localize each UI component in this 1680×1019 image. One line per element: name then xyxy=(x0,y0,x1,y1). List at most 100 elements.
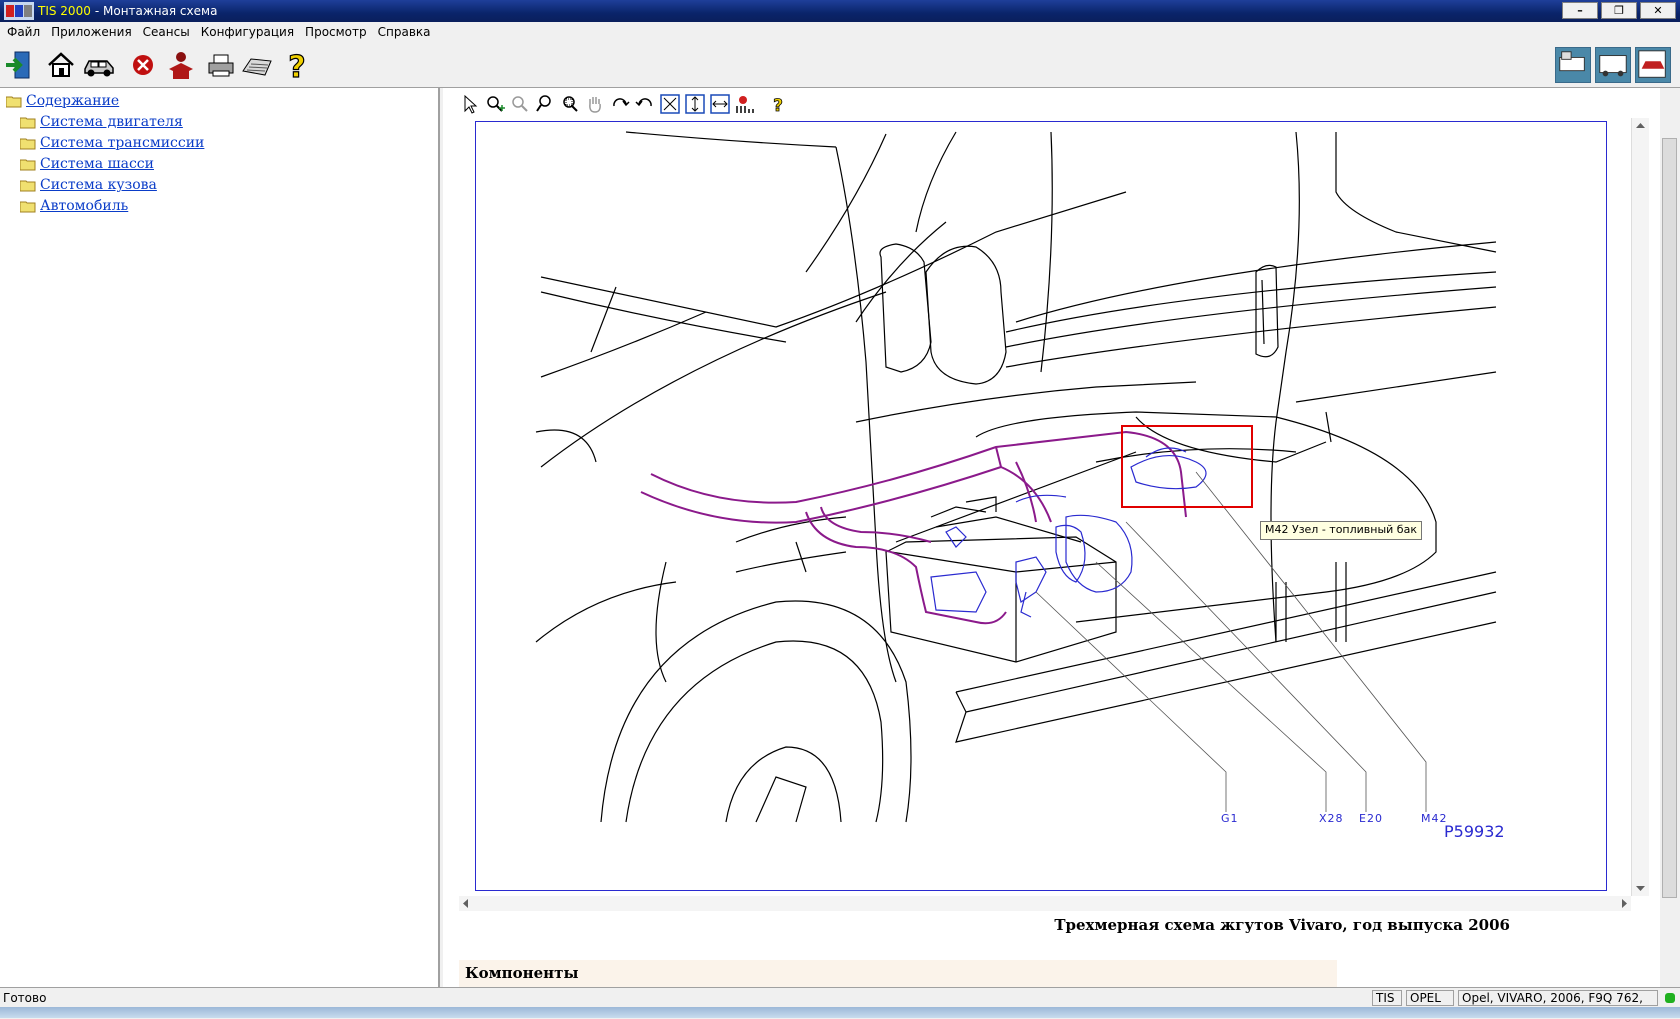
folder-icon xyxy=(20,180,36,191)
tree-root-label[interactable]: Содержание xyxy=(26,93,119,109)
folder-icon xyxy=(20,201,36,212)
tree-item-body[interactable]: Система кузова xyxy=(20,177,157,193)
callout-g1[interactable]: G1 xyxy=(1221,812,1239,825)
component-tooltip: M42 Узел - топливный бак xyxy=(1260,521,1422,540)
printer-icon xyxy=(208,54,234,77)
scroll-thumb[interactable] xyxy=(1662,138,1677,898)
document-pane: ? M42 Узел - топливный бак G1 X28 E20 M4… xyxy=(443,88,1660,987)
zoom-out-icon xyxy=(512,96,528,112)
home-icon xyxy=(48,52,74,77)
page-vertical-scrollbar[interactable] xyxy=(1660,88,1680,987)
vehicle-info-button[interactable] xyxy=(1635,47,1671,83)
hand-icon xyxy=(589,97,601,113)
window-title: - Монтажная схема xyxy=(94,4,218,18)
zoom-button[interactable] xyxy=(534,93,556,115)
tree-item-chassis[interactable]: Система шасси xyxy=(20,156,154,172)
vehicle-icon xyxy=(84,60,114,77)
zoom-out-button[interactable] xyxy=(509,93,531,115)
home-button[interactable] xyxy=(44,48,78,82)
menu-help[interactable]: Справка xyxy=(378,25,431,39)
magnifier-icon xyxy=(536,95,551,112)
help-icon: ? xyxy=(288,49,307,81)
folder-icon xyxy=(20,138,36,149)
highlight-button[interactable] xyxy=(734,93,756,115)
menu-view[interactable]: Просмотр xyxy=(305,25,367,39)
help-icon: ? xyxy=(773,96,784,114)
vehicle-harness-drawing xyxy=(535,131,1497,823)
zoom-in-button[interactable] xyxy=(484,93,506,115)
callout-x28[interactable]: X28 xyxy=(1319,812,1344,825)
status-make: OPEL xyxy=(1406,990,1454,1006)
tree-item-vehicle[interactable]: Автомобиль xyxy=(20,198,128,214)
status-vehicle: Opel, VIVARO, 2006, F9Q 762, 6-MT xyxy=(1458,990,1658,1019)
scroll-up-icon xyxy=(1636,123,1645,128)
fit-width-button[interactable] xyxy=(709,93,731,115)
callout-e20[interactable]: E20 xyxy=(1359,812,1383,825)
folder-open-icon xyxy=(6,96,22,107)
tree-item-label[interactable]: Система кузова xyxy=(40,177,157,193)
fit-all-button[interactable] xyxy=(659,93,681,115)
scroll-left-icon xyxy=(463,899,468,908)
pointer-icon xyxy=(464,94,478,114)
pan-button[interactable] xyxy=(584,93,606,115)
vehicle-list-button[interactable] xyxy=(1595,47,1631,83)
tree-item-transmission[interactable]: Система трансмиссии xyxy=(20,135,204,151)
rotate-left-icon xyxy=(635,98,652,107)
van-icon xyxy=(1599,55,1627,77)
menu-applications[interactable]: Приложения xyxy=(51,25,132,39)
tree-root[interactable]: Содержание xyxy=(6,93,119,109)
menu-sessions[interactable]: Сеансы xyxy=(143,25,190,39)
user-icon xyxy=(169,52,193,79)
exit-button[interactable] xyxy=(2,48,36,82)
folder-icon xyxy=(20,159,36,170)
highlight-icon xyxy=(736,96,754,113)
close-button[interactable]: ✕ xyxy=(1640,2,1676,19)
diagram-horizontal-scrollbar[interactable] xyxy=(459,896,1631,911)
zoom-in-icon xyxy=(487,96,505,112)
menu-file[interactable]: Файл xyxy=(7,25,40,39)
keyboard-button[interactable] xyxy=(240,48,274,82)
menu-bar: Файл Приложения Сеансы Конфигурация Прос… xyxy=(0,22,1680,42)
scroll-down-icon xyxy=(1636,886,1645,891)
keyboard-icon xyxy=(242,58,272,76)
fit-height-button[interactable] xyxy=(684,93,706,115)
zoom-window-button[interactable] xyxy=(559,93,581,115)
tree-item-label[interactable]: Система двигателя xyxy=(40,114,183,130)
tree-item-engine[interactable]: Система двигателя xyxy=(20,114,183,130)
tree-item-label[interactable]: Автомобиль xyxy=(40,198,128,214)
user-button[interactable] xyxy=(164,48,198,82)
zoom-window-icon xyxy=(563,96,578,112)
main-toolbar: ? xyxy=(0,42,1680,88)
status-indicator-icon xyxy=(1665,993,1675,1003)
figure-id: P59932 xyxy=(1444,822,1505,841)
wiring-diagram[interactable]: M42 Узел - топливный бак G1 X28 E20 M42 … xyxy=(475,121,1607,891)
vehicle-select-button[interactable] xyxy=(1555,47,1591,83)
rotate-left-button[interactable] xyxy=(634,93,656,115)
car-diagram-icon xyxy=(1559,51,1585,72)
viewer-help-button[interactable]: ? xyxy=(767,93,789,115)
help-button[interactable]: ? xyxy=(280,48,314,82)
restore-button[interactable]: ❐ xyxy=(1601,2,1637,19)
status-bar: Готово TIS OPEL Opel, VIVARO, 2006, F9Q … xyxy=(0,987,1680,1019)
diagram-vertical-scrollbar[interactable] xyxy=(1631,118,1649,896)
tis-logo-icon xyxy=(4,2,34,20)
tree-item-label[interactable]: Система шасси xyxy=(40,156,154,172)
scroll-right-icon xyxy=(1622,899,1627,908)
select-tool-button[interactable] xyxy=(459,93,481,115)
taskbar xyxy=(0,1007,1680,1018)
svg-text:?: ? xyxy=(773,96,783,114)
vehicle-button[interactable] xyxy=(82,48,116,82)
svg-text:?: ? xyxy=(288,50,305,81)
status-app: TIS xyxy=(1372,990,1402,1006)
rotate-right-button[interactable] xyxy=(609,93,631,115)
exit-icon xyxy=(6,51,30,79)
fit-all-icon xyxy=(660,94,680,114)
tree-item-label[interactable]: Система трансмиссии xyxy=(40,135,204,151)
stop-icon xyxy=(133,55,153,75)
print-button[interactable] xyxy=(204,48,238,82)
minimize-button[interactable]: – xyxy=(1562,2,1598,19)
folder-icon xyxy=(20,117,36,128)
menu-configuration[interactable]: Конфигурация xyxy=(201,25,294,39)
stop-button[interactable] xyxy=(126,48,160,82)
fit-width-icon xyxy=(710,94,730,114)
